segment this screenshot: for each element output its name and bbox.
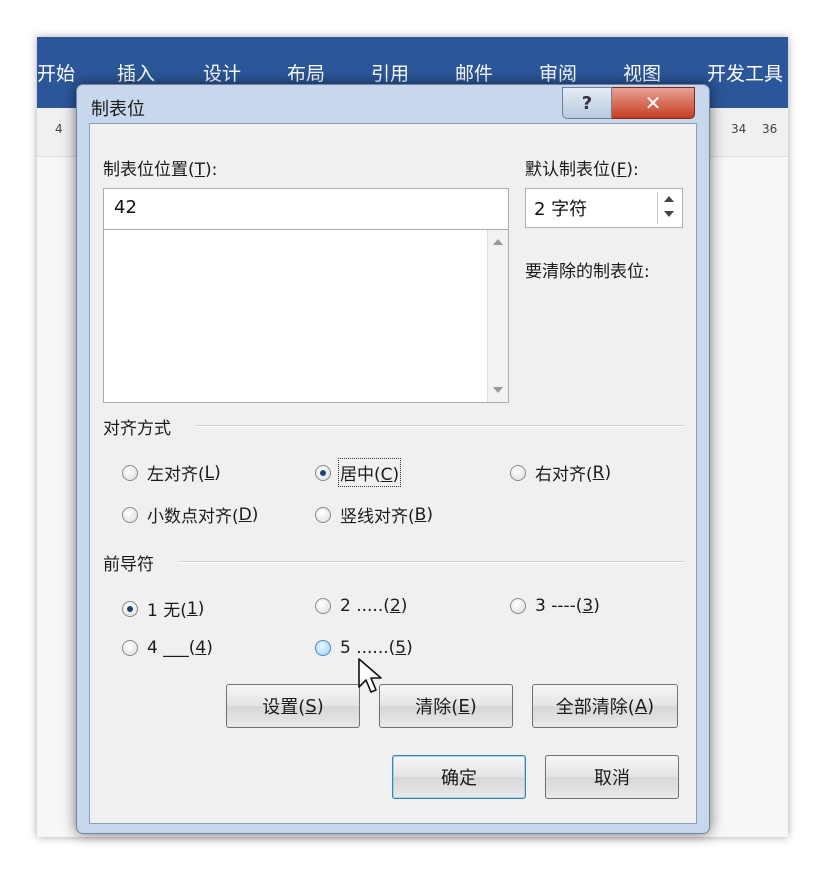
align-left-radio[interactable]: 左对齐(L)	[122, 460, 221, 485]
spin-up-icon[interactable]	[658, 192, 680, 207]
set-button[interactable]: 设置(S)	[226, 684, 360, 728]
clear-all-button[interactable]: 全部清除(A)	[532, 684, 678, 728]
alignment-group-title: 对齐方式	[103, 419, 171, 439]
help-button[interactable]: ?	[562, 87, 612, 119]
leader-dots-radio[interactable]: 2 .....(2)	[315, 596, 407, 616]
cancel-button[interactable]: 取消	[545, 755, 679, 799]
ribbon-tab-developer[interactable]: 开发工具	[707, 59, 783, 86]
dialog-client: 制表位位置(T): 42 默认制表位(F): 2 字符 要清除的制表位: 对齐方…	[89, 123, 697, 824]
leader-dashes-radio[interactable]: 3 ----(3)	[510, 596, 600, 616]
ok-button[interactable]: 确定	[392, 755, 526, 799]
tabs-to-clear-label: 要清除的制表位:	[525, 262, 650, 282]
radio-icon	[510, 464, 526, 481]
ruler-number: 4	[55, 122, 63, 136]
help-icon: ?	[581, 92, 593, 114]
scroll-up-icon[interactable]	[493, 239, 503, 245]
ribbon-tab-design[interactable]: 设计	[203, 59, 241, 86]
scroll-down-icon[interactable]	[493, 387, 503, 393]
leader-divider	[178, 561, 684, 563]
leader-none-radio[interactable]: 1 无(1)	[122, 596, 204, 621]
ribbon-tab-layout[interactable]: 布局	[287, 59, 325, 86]
ruler-number: 34	[731, 122, 747, 136]
align-right-radio[interactable]: 右对齐(R)	[510, 460, 611, 485]
radio-hover-icon	[315, 640, 331, 656]
title-bar-buttons: ? ✕	[562, 87, 695, 119]
leader-group-title: 前导符	[103, 555, 154, 575]
tab-position-label: 制表位位置(T):	[103, 160, 218, 180]
ribbon-tab-mailings[interactable]: 邮件	[455, 59, 493, 86]
close-button[interactable]: ✕	[612, 87, 695, 119]
ribbon-tab-home[interactable]: 开始	[37, 59, 75, 86]
tab-position-input[interactable]: 42	[103, 188, 509, 230]
radio-icon	[315, 598, 331, 614]
clear-button[interactable]: 清除(E)	[379, 684, 513, 728]
radio-icon	[315, 506, 331, 523]
radio-icon	[122, 640, 138, 656]
tabs-dialog: 制表位 ? ✕ 制表位位置(T): 42 默认制表位(F): 2 字符 要清除的…	[76, 84, 710, 834]
list-scrollbar[interactable]	[487, 230, 508, 402]
alignment-divider	[196, 425, 684, 427]
align-decimal-radio[interactable]: 小数点对齐(D)	[122, 502, 258, 527]
ribbon-tab-insert[interactable]: 插入	[117, 59, 155, 86]
radio-selected-icon	[315, 464, 331, 481]
dialog-title: 制表位	[91, 99, 145, 120]
spin-down-icon[interactable]	[658, 207, 680, 222]
tab-position-list[interactable]	[103, 229, 509, 403]
default-tab-label: 默认制表位(F):	[525, 160, 639, 180]
leader-underline-radio[interactable]: 4 ___(4)	[122, 638, 213, 658]
align-bar-radio[interactable]: 竖线对齐(B)	[315, 502, 433, 527]
leader-middle-dots-radio[interactable]: 5 ......(5)	[315, 638, 413, 658]
radio-icon	[122, 464, 138, 481]
ruler-number: 36	[762, 122, 778, 136]
ribbon-tab-review[interactable]: 审阅	[539, 59, 577, 86]
radio-selected-icon	[122, 600, 138, 617]
radio-icon	[122, 506, 138, 523]
mouse-pointer-icon	[358, 658, 382, 693]
default-tab-value: 2 字符	[534, 199, 588, 220]
radio-icon	[510, 598, 526, 614]
spin-buttons	[657, 192, 680, 224]
ribbon-tab-references[interactable]: 引用	[371, 59, 409, 86]
align-center-radio[interactable]: 居中(C)	[315, 458, 402, 487]
close-icon: ✕	[644, 91, 662, 115]
default-tab-stepper[interactable]: 2 字符	[525, 188, 683, 228]
ribbon-tab-view[interactable]: 视图	[623, 59, 661, 86]
